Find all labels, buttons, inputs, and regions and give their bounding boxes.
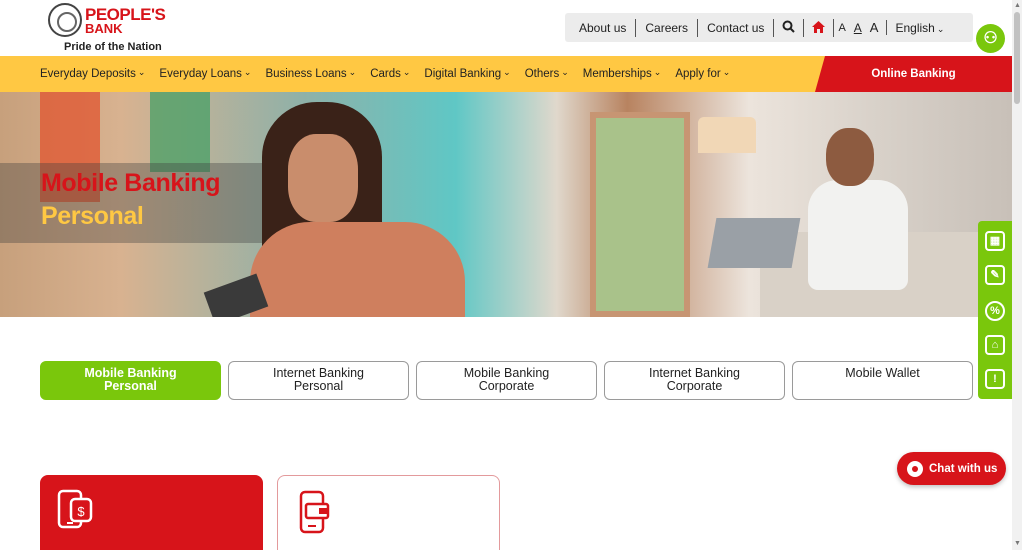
calculator-icon[interactable]: ▦ — [985, 231, 1005, 251]
mobile-wallet-card[interactable] — [277, 475, 500, 550]
nav-apply-for[interactable]: Apply for — [675, 68, 730, 80]
online-banking-button[interactable]: Online Banking — [815, 56, 1012, 92]
mobile-wallet-icon — [299, 490, 330, 534]
tab-label-line2: Personal — [293, 379, 344, 393]
language-label: English — [895, 20, 935, 35]
tab-mobile-banking-corporate[interactable]: Mobile Banking Corporate — [416, 361, 597, 400]
mobile-payment-icon: $ — [57, 489, 93, 529]
hero-title-line1: Mobile Banking — [41, 169, 221, 197]
hero-decor — [590, 112, 690, 317]
mobile-payment-card[interactable]: $ — [40, 475, 263, 550]
utility-bar: About us Careers Contact us A A A Englis… — [565, 13, 973, 42]
hero-person — [826, 128, 874, 186]
page: PEOPLE'S BANK Pride of the Nation About … — [0, 0, 1022, 550]
bank-seal-icon — [48, 3, 82, 37]
hero-decor — [150, 92, 210, 172]
chat-button[interactable]: Chat with us — [897, 452, 1006, 485]
contact-us-link[interactable]: Contact us — [698, 18, 775, 37]
nav-business-loans[interactable]: Business Loans — [265, 68, 356, 80]
tab-label-line2: Corporate — [478, 379, 535, 393]
tab-mobile-banking-personal[interactable]: Mobile Banking Personal — [40, 361, 221, 400]
hero-person — [288, 134, 358, 222]
hero-decor — [698, 117, 756, 153]
tab-label-line1: Mobile Wallet — [845, 366, 920, 380]
percentage-icon[interactable]: % — [985, 301, 1005, 321]
logo-tagline: Pride of the Nation — [64, 41, 162, 53]
nav-everyday-deposits[interactable]: Everyday Deposits — [40, 68, 145, 80]
language-select[interactable]: English ⌄ — [887, 21, 944, 35]
tab-label-line2: Personal — [104, 379, 157, 393]
text-size-medium-button[interactable]: A — [850, 21, 866, 35]
scrollbar[interactable]: ▲ ▼ — [1012, 0, 1022, 550]
nav-everyday-loans[interactable]: Everyday Loans — [159, 68, 251, 80]
tab-mobile-wallet[interactable]: Mobile Wallet — [792, 361, 973, 400]
apply-form-icon[interactable]: ✎ — [985, 265, 1005, 285]
tab-internet-banking-personal[interactable]: Internet Banking Personal — [228, 361, 409, 400]
chat-label: Chat with us — [929, 462, 998, 475]
careers-link[interactable]: Careers — [636, 18, 699, 37]
top-header: PEOPLE'S BANK Pride of the Nation About … — [0, 0, 1012, 56]
nav-memberships[interactable]: Memberships — [583, 68, 662, 80]
nav-digital-banking[interactable]: Digital Banking — [424, 68, 510, 80]
svg-text:$: $ — [77, 504, 85, 519]
accessibility-icon[interactable]: ⚇ — [976, 24, 1005, 53]
logo-name-line2: BANK — [85, 21, 123, 36]
main-nav: Everyday Deposits Everyday Loans Busines… — [0, 56, 1012, 92]
scroll-thumb[interactable] — [1014, 12, 1020, 104]
tab-label-line2: Corporate — [666, 379, 723, 393]
bank-logo[interactable]: PEOPLE'S BANK Pride of the Nation — [48, 3, 168, 55]
side-tools: ▦ ✎ % ⌂ ! — [978, 221, 1012, 399]
chat-icon — [907, 460, 923, 477]
nav-others[interactable]: Others — [525, 68, 569, 80]
about-us-link[interactable]: About us — [565, 18, 637, 37]
scroll-up-arrow-icon[interactable]: ▲ — [1014, 2, 1021, 9]
scroll-down-arrow-icon[interactable]: ▼ — [1014, 540, 1021, 547]
text-size-large-button[interactable]: A — [866, 20, 888, 35]
search-icon[interactable] — [774, 18, 805, 37]
hero-person — [250, 222, 465, 317]
chevron-down-icon: ⌄ — [936, 23, 945, 34]
hero-title-line2: Personal — [41, 202, 144, 230]
tab-internet-banking-corporate[interactable]: Internet Banking Corporate — [604, 361, 785, 400]
hero-decor — [707, 218, 801, 268]
feedback-icon[interactable]: ! — [985, 369, 1005, 389]
text-size-small-button[interactable]: A — [834, 22, 849, 34]
branch-icon[interactable]: ⌂ — [985, 335, 1005, 355]
hero-banner: Mobile Banking Personal — [0, 92, 1012, 317]
nav-menu: Everyday Deposits Everyday Loans Busines… — [40, 56, 744, 92]
nav-cards[interactable]: Cards — [370, 68, 410, 80]
product-tabs: Mobile Banking Personal Internet Banking… — [40, 361, 973, 400]
home-icon[interactable] — [804, 18, 835, 37]
hero-person — [808, 180, 908, 290]
